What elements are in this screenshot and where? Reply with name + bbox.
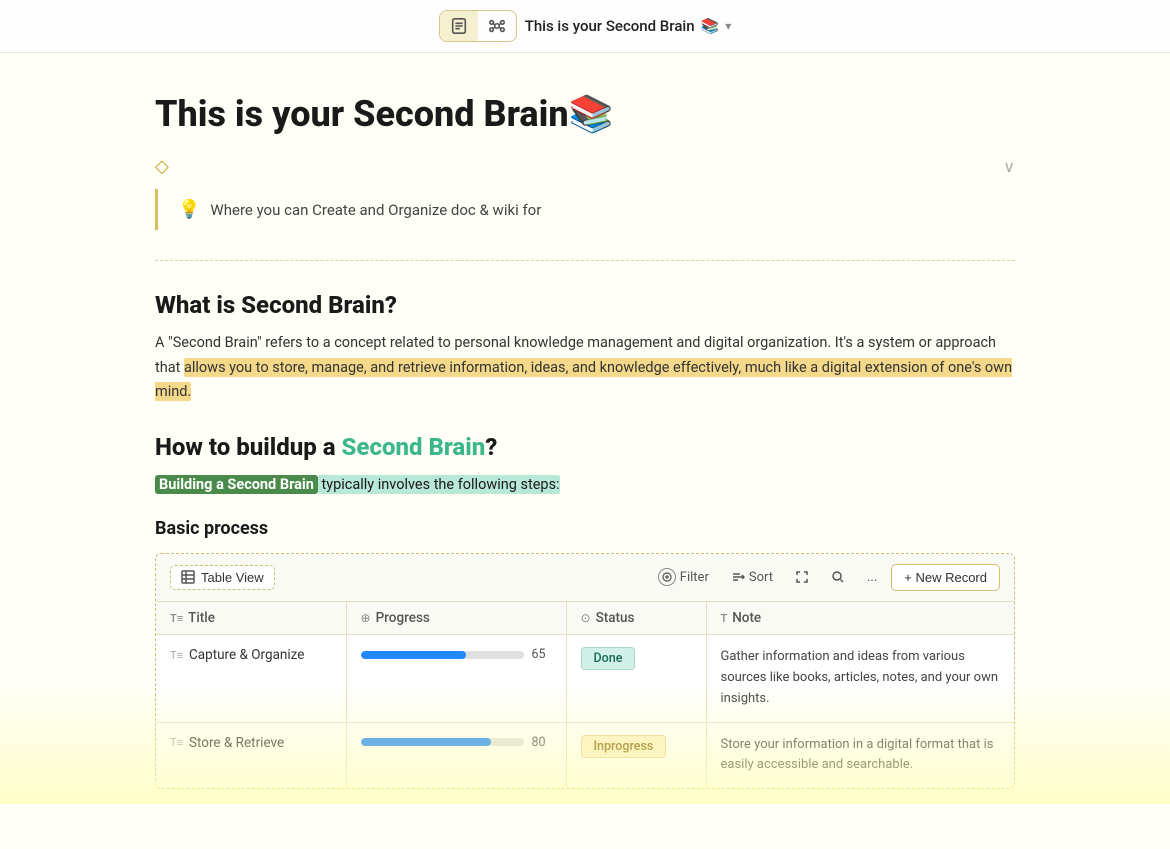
- document-view-btn[interactable]: [440, 11, 478, 41]
- section1-highlighted: allows you to store, manage, and retriev…: [155, 358, 1012, 402]
- nav-emoji: 📚: [701, 17, 720, 35]
- tags-row: ◇ ∨: [155, 156, 1015, 177]
- search-icon: [831, 570, 845, 584]
- progress-bar-fill: [361, 651, 467, 659]
- row-title-text: Capture & Organize: [189, 647, 304, 663]
- cell-title-1: T≡ Store & Retrieve: [156, 722, 346, 788]
- status-badge: Inprogress: [581, 735, 667, 758]
- nav-title[interactable]: This is your Second Brain 📚 ▾: [525, 17, 732, 35]
- filter-button[interactable]: Filter: [650, 564, 717, 590]
- table-header-row: T≡ Title ⊕ Progress ⊙ Status: [156, 602, 1014, 635]
- callout-text: Where you can Create and Organize doc & …: [210, 201, 541, 219]
- main-content: This is your Second Brain📚 ◇ ∨ 💡 Where y…: [95, 53, 1075, 849]
- table-row: T≡ Store & Retrieve 80 Inprogress Store your…: [156, 722, 1014, 788]
- chevron-down-icon: ∨: [1003, 157, 1015, 176]
- th-note: T Note: [706, 602, 1014, 635]
- section-divider: [155, 260, 1015, 261]
- section1-paragraph: A "Second Brain" refers to a concept rel…: [155, 331, 1015, 405]
- th-progress-icon: ⊕: [361, 611, 371, 625]
- expand-button[interactable]: [787, 566, 817, 588]
- row-title-icon: T≡: [170, 736, 183, 749]
- more-options-button[interactable]: ...: [859, 566, 885, 589]
- new-record-button[interactable]: + New Record: [891, 564, 1000, 591]
- sort-icon: [731, 570, 745, 584]
- table-wrapper: Table View Filter: [155, 553, 1015, 789]
- th-title: T≡ Title: [156, 602, 346, 635]
- filter-label: Filter: [680, 570, 709, 585]
- progress-bar-bg: [361, 651, 524, 659]
- building-bold-text: Building a Second Brain: [155, 475, 318, 494]
- more-dots-icon: ...: [867, 570, 877, 585]
- graph-view-btn[interactable]: [478, 11, 516, 41]
- row-title-icon: T≡: [170, 649, 183, 662]
- th-progress-label: Progress: [376, 610, 430, 626]
- expand-icon: [795, 570, 809, 584]
- progress-value: 65: [532, 647, 552, 662]
- section1-heading: What is Second Brain?: [155, 291, 1015, 319]
- th-note-icon: T: [721, 612, 728, 625]
- nav-chevron-icon: ▾: [725, 19, 731, 33]
- th-status-label: Status: [596, 610, 635, 626]
- th-progress: ⊕ Progress: [346, 602, 566, 635]
- top-nav: This is your Second Brain 📚 ▾: [0, 0, 1170, 53]
- cell-status-1: Inprogress: [566, 722, 706, 788]
- callout-block: 💡 Where you can Create and Organize doc …: [155, 189, 1015, 230]
- cell-progress-1: 80: [346, 722, 566, 788]
- th-title-icon: T≡: [170, 612, 183, 625]
- callout-emoji: 💡: [178, 199, 200, 220]
- building-callout: Building a Second Brain typically involv…: [155, 473, 1015, 498]
- table-toolbar: Table View Filter: [156, 554, 1014, 602]
- cell-note-0: Gather information and ideas from variou…: [706, 635, 1014, 722]
- table-view-button[interactable]: Table View: [170, 565, 275, 590]
- basic-process-heading: Basic process: [155, 518, 1015, 539]
- progress-value: 80: [532, 735, 552, 750]
- cell-progress-0: 65: [346, 635, 566, 722]
- page-title: This is your Second Brain📚: [155, 93, 1015, 136]
- nav-icon-group: [439, 10, 517, 42]
- table-row: T≡ Capture & Organize 65 Done Gather informa…: [156, 635, 1014, 722]
- th-status: ⊙ Status: [566, 602, 706, 635]
- section2-heading-teal: Second Brain: [342, 433, 486, 461]
- cell-note-1: Store your information in a digital form…: [706, 722, 1014, 788]
- filter-icon: [658, 568, 676, 586]
- note-text: Gather information and ideas from variou…: [721, 649, 999, 706]
- search-button[interactable]: [823, 566, 853, 588]
- sort-button[interactable]: Sort: [723, 566, 781, 589]
- tag-icon: ◇: [155, 156, 169, 177]
- th-status-icon: ⊙: [581, 611, 591, 625]
- cell-title-0: T≡ Capture & Organize: [156, 635, 346, 722]
- section2-heading: How to buildup a Second Brain?: [155, 433, 1015, 461]
- progress-bar-fill: [361, 738, 491, 746]
- building-rest-text: typically involves the following steps:: [318, 475, 560, 494]
- table-view-label: Table View: [201, 570, 264, 585]
- note-text: Store your information in a digital form…: [721, 737, 994, 773]
- status-badge: Done: [581, 647, 636, 670]
- sort-label: Sort: [749, 570, 773, 585]
- section2-heading-pre: How to buildup a: [155, 433, 342, 461]
- cell-status-0: Done: [566, 635, 706, 722]
- th-note-label: Note: [732, 610, 761, 626]
- row-title-text: Store & Retrieve: [189, 735, 284, 751]
- data-table: T≡ Title ⊕ Progress ⊙ Status: [156, 602, 1014, 788]
- th-title-label: Title: [188, 610, 215, 626]
- nav-title-text: This is your Second Brain: [525, 17, 695, 35]
- progress-bar-bg: [361, 738, 524, 746]
- new-record-label: + New Record: [904, 570, 987, 585]
- section2-heading-post: ?: [485, 433, 497, 461]
